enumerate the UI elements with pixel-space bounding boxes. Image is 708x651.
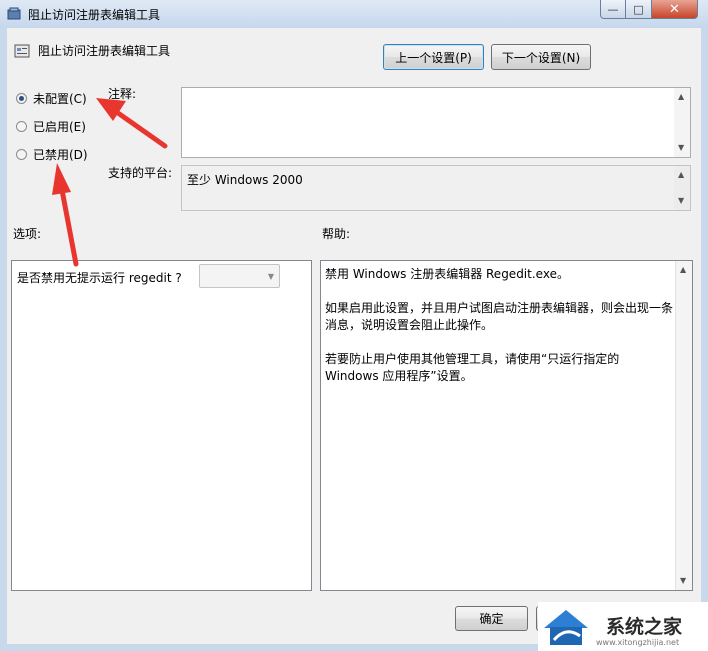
annotation-arrows (52, 98, 168, 267)
arrow-to-not-configured (96, 98, 168, 149)
watermark-text: 系统之家 (606, 616, 683, 638)
watermark-logo: 系统之家 www.xitongzhijia.net (538, 602, 708, 651)
house-logo-icon (544, 610, 588, 645)
watermark-url: www.xitongzhijia.net (596, 638, 680, 647)
dialog-window: 阻止访问注册表编辑工具 — □ ✕ 阻止访问注册表编辑工具 上一个设置(P) 下… (0, 0, 708, 651)
arrow-to-disabled (52, 163, 79, 267)
